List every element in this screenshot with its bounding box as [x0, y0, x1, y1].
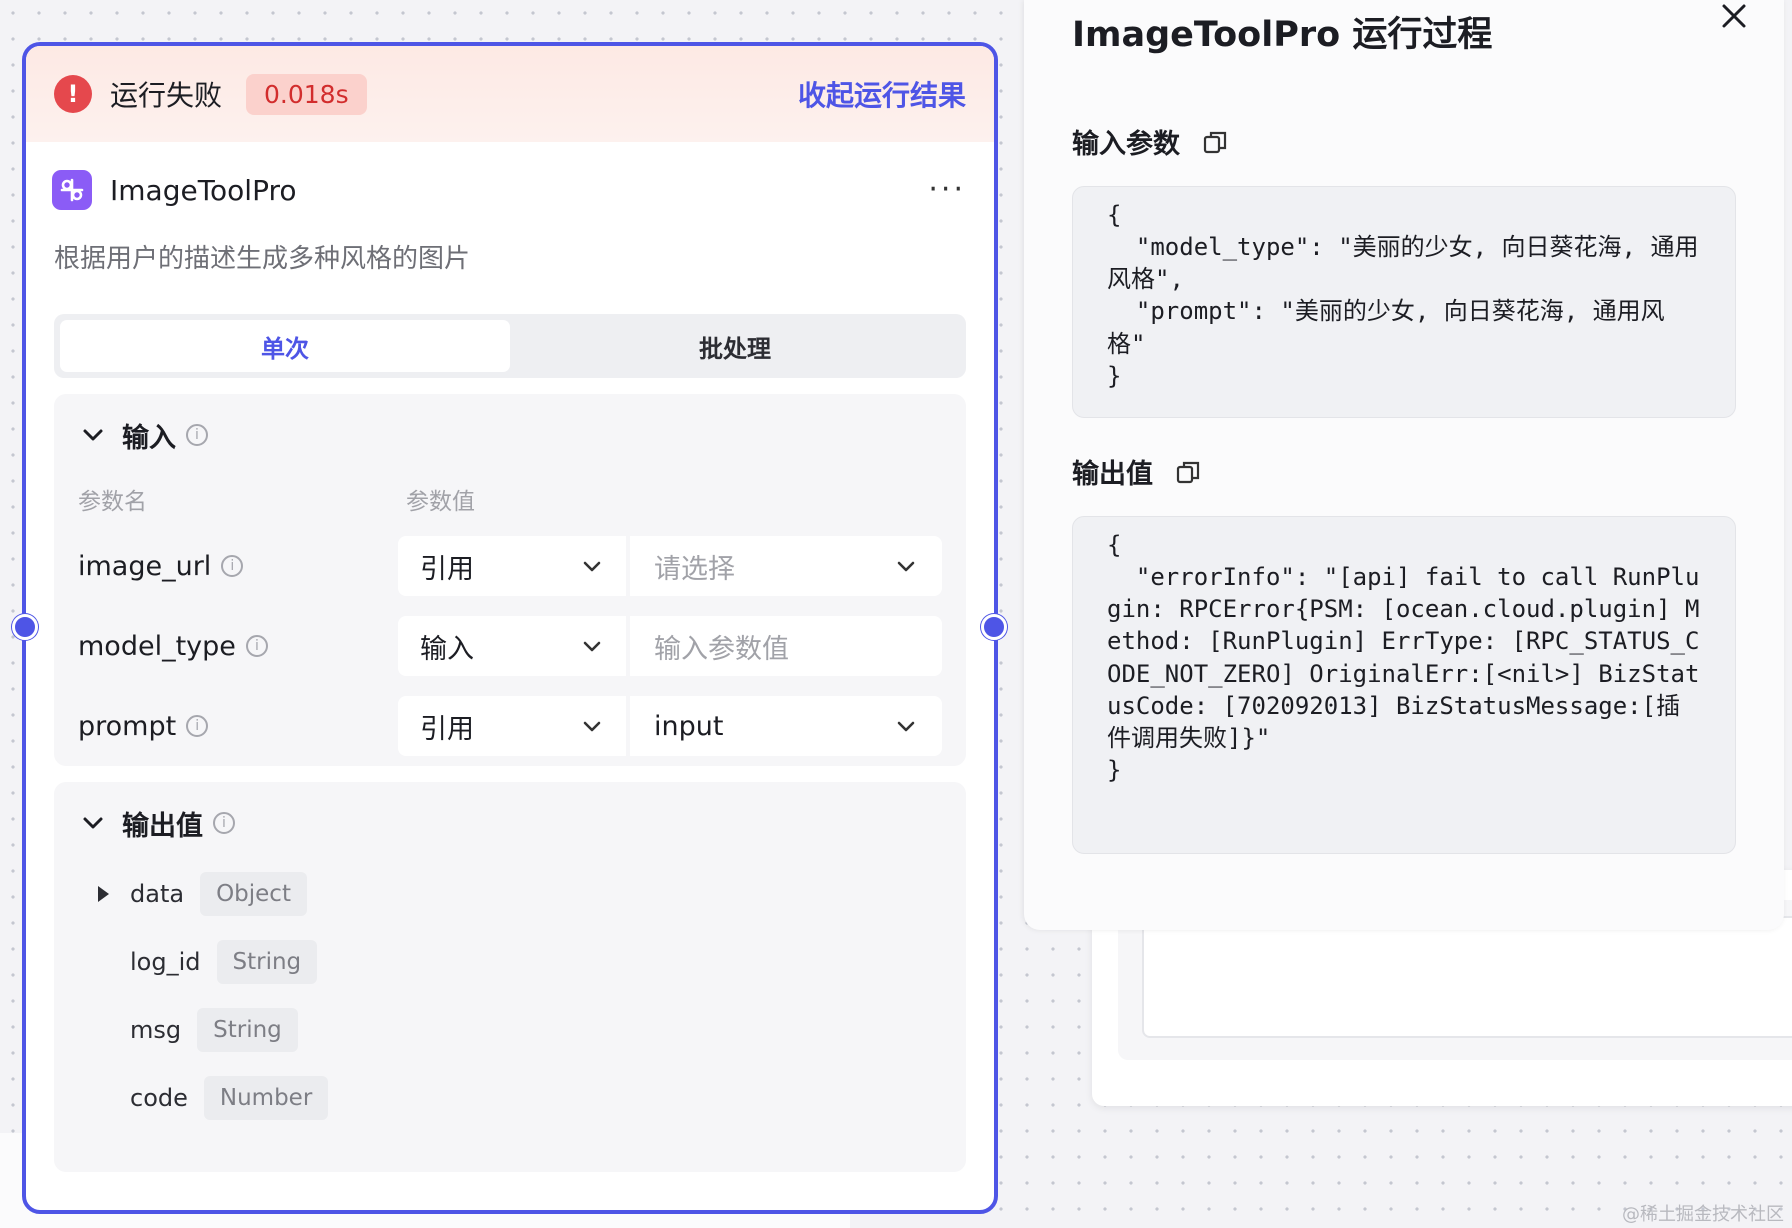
chevron-down-icon — [897, 561, 915, 572]
duration-badge: 0.018s — [246, 73, 367, 115]
chevron-down-icon — [583, 561, 601, 572]
input-params-label: 输入参数 — [1072, 122, 1228, 161]
background-node-field — [1142, 916, 1792, 1038]
tab-batch[interactable]: 批处理 — [510, 320, 960, 372]
plugin-node-card[interactable]: ! 运行失败 0.018s 收起运行结果 ImageToolPro ··· 根据… — [22, 42, 998, 1214]
chevron-down-icon — [897, 721, 915, 732]
close-icon[interactable] — [1714, 0, 1754, 40]
param-value-select[interactable]: input — [630, 696, 942, 756]
tab-single[interactable]: 单次 — [60, 320, 510, 372]
chevron-down-icon[interactable] — [78, 808, 108, 838]
input-section-title: 输入 — [122, 422, 176, 454]
input-section: 输入 i 参数名 参数值 image_url i 引用 请选择 model_typ… — [54, 394, 966, 766]
collapse-result-link[interactable]: 收起运行结果 — [798, 74, 966, 114]
chevron-down-icon[interactable] — [78, 420, 108, 450]
output-port[interactable] — [981, 614, 1007, 640]
output-field: code Number — [78, 1074, 942, 1122]
output-field: msg String — [78, 1006, 942, 1054]
input-port[interactable] — [12, 614, 38, 640]
run-process-panel: ImageToolPro 运行过程 输入参数 { "model_type": "… — [1024, 0, 1784, 930]
param-mode-select[interactable]: 输入 — [398, 616, 626, 676]
output-field-type: Object — [200, 872, 307, 916]
param-column-headers: 参数名 参数值 — [78, 482, 942, 516]
param-name-label: image_url i — [78, 551, 398, 582]
input-params-json: { "model_type": "美丽的少女, 向日葵花海, 通用风格", "p… — [1072, 186, 1736, 418]
output-field-name: log_id — [130, 948, 201, 976]
output-section-title: 输出值 — [122, 810, 203, 842]
output-field-name: msg — [130, 1016, 182, 1044]
plugin-icon — [52, 170, 92, 210]
watermark: @稀土掘金技术社区 — [1622, 1204, 1784, 1225]
output-section-header[interactable]: 输出值 i — [78, 804, 942, 842]
param-mode-select[interactable]: 引用 — [398, 696, 626, 756]
output-field-name: data — [130, 880, 185, 908]
output-values-label: 输出值 — [1072, 452, 1201, 491]
output-field-type: String — [197, 1008, 298, 1052]
info-icon[interactable]: i — [245, 635, 268, 657]
output-field-list: data Object log_id String msg String cod… — [78, 870, 942, 1122]
copy-icon[interactable] — [1202, 129, 1228, 155]
output-field: data Object — [78, 870, 942, 918]
output-field-name: code — [130, 1084, 188, 1112]
chevron-down-icon — [583, 641, 601, 652]
col-param-value: 参数值 — [406, 489, 475, 515]
param-row: image_url i 引用 请选择 — [78, 536, 942, 596]
node-name: ImageToolPro — [110, 173, 297, 207]
output-values-json: { "errorInfo": "[api] fail to call RunPl… — [1072, 516, 1736, 854]
output-field: log_id String — [78, 938, 942, 986]
col-param-name: 参数名 — [78, 489, 147, 515]
param-row: model_type i 输入 输入参数值 — [78, 616, 942, 676]
output-field-type: String — [216, 940, 318, 984]
param-row: prompt i 引用 input — [78, 696, 942, 756]
param-value-select[interactable]: 请选择 — [630, 536, 942, 596]
output-section: 输出值 i data Object log_id String msg Stri… — [54, 782, 966, 1172]
node-title-row: ImageToolPro ··· — [26, 142, 994, 216]
panel-title: ImageToolPro 运行过程 — [1072, 15, 1493, 55]
run-status-text: 运行失败 — [110, 79, 223, 112]
param-value-input[interactable]: 输入参数值 — [630, 616, 942, 676]
more-options-icon[interactable]: ··· — [928, 175, 966, 205]
info-icon[interactable]: i — [221, 555, 244, 577]
param-mode-select[interactable]: 引用 — [398, 536, 626, 596]
param-name-label: prompt i — [78, 711, 398, 742]
info-icon[interactable]: i — [186, 715, 209, 737]
node-description: 根据用户的描述生成多种风格的图片 — [54, 244, 471, 274]
expand-triangle-icon[interactable] — [96, 885, 114, 903]
info-icon[interactable]: i — [213, 812, 235, 834]
error-icon: ! — [54, 75, 92, 113]
run-mode-tabs: 单次 批处理 — [54, 314, 966, 378]
input-section-header[interactable]: 输入 i — [78, 416, 942, 454]
copy-icon[interactable] — [1175, 459, 1201, 485]
output-field-type: Number — [203, 1076, 329, 1120]
param-name-label: model_type i — [78, 631, 398, 662]
info-icon[interactable]: i — [186, 424, 208, 446]
run-result-header: ! 运行失败 0.018s 收起运行结果 — [26, 46, 994, 142]
chevron-down-icon — [583, 721, 601, 732]
